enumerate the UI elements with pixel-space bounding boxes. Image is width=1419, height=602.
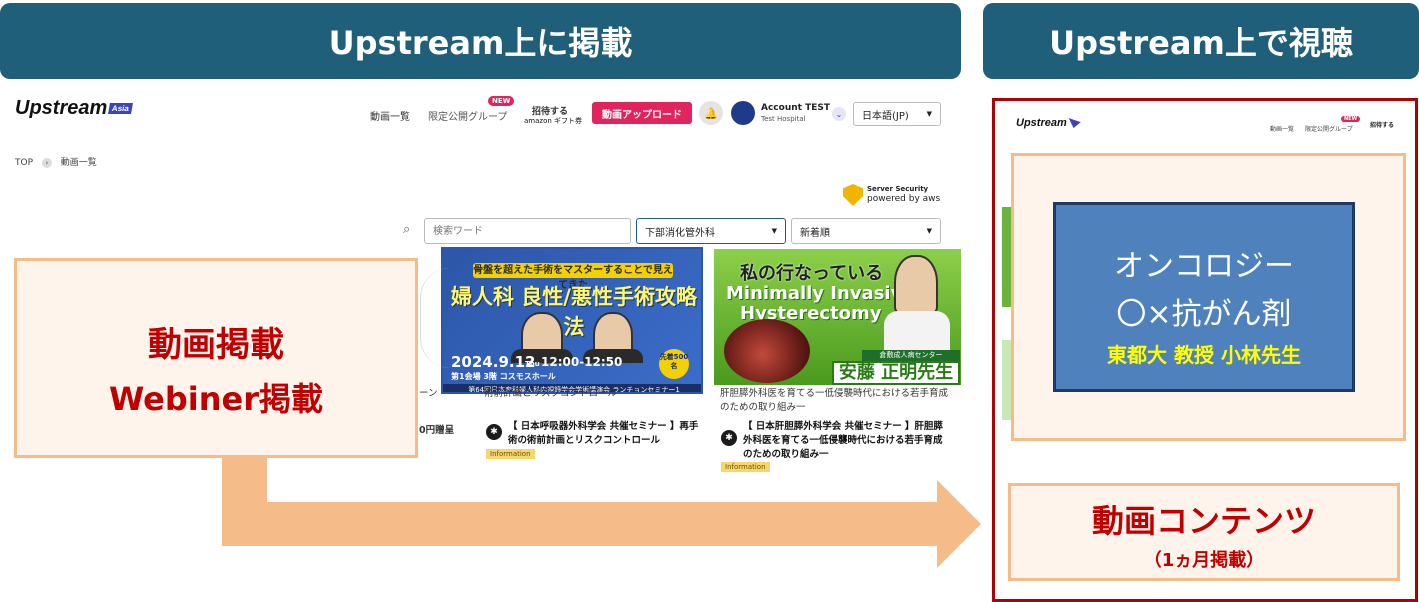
left-overflow-line2: 0円贈呈	[419, 425, 455, 436]
banner-upstream-viewing: Upstream上で視聴	[983, 3, 1419, 79]
speaker-photo	[894, 255, 938, 315]
bell-icon[interactable]: 🔔	[699, 101, 723, 125]
thumb2-title-line1: 私の行なっている	[740, 263, 884, 284]
right-nav-private: 限定公開グループ	[1305, 126, 1353, 133]
thumb1-day: Thu	[525, 360, 540, 368]
right-nav-invite: 招待する	[1370, 122, 1395, 129]
posting-line2: Webiner掲載	[108, 380, 323, 418]
thumb1-venue: 第1会場 3階 コスモスホール	[451, 372, 556, 381]
right-site-logo: Upstream	[1016, 117, 1081, 129]
thumb2-title-line2: Minimally Invasive	[726, 283, 915, 304]
search-input[interactable]	[424, 218, 631, 244]
onco-line1: オンコロジー	[1114, 249, 1294, 284]
posting-line1: 動画掲載	[148, 325, 284, 365]
nav-videos[interactable]: 動画一覧	[370, 108, 410, 123]
language-value: 日本語(JP)	[862, 110, 909, 122]
site-logo[interactable]: Upstream Asia	[15, 97, 134, 120]
content-line1: 動画コンテンツ	[1091, 502, 1316, 540]
video-content-oncology[interactable]: オンコロジー 〇×抗がん剤 東都大 教授 小林先生	[1053, 202, 1355, 392]
department-select[interactable]: 下部消化管外科 ▼	[636, 218, 786, 244]
card2-tag: Information	[721, 462, 770, 472]
amazon-gift-label: amazon ギフト券	[524, 117, 583, 125]
left-overflow-line1: ーン	[419, 388, 438, 399]
caret-icon: ▼	[771, 227, 777, 235]
breadcrumb-current: 動画一覧	[60, 158, 97, 168]
account-hospital: Test Hospital	[761, 115, 806, 123]
caret-icon: ▼	[926, 227, 932, 235]
right-nav-videos: 動画一覧	[1270, 126, 1295, 133]
new-badge: NEW	[488, 96, 515, 106]
video-content-box: 動画コンテンツ （1ヵ月掲載）	[1008, 483, 1400, 581]
breadcrumb: TOP › 動画一覧	[15, 155, 97, 168]
onco-line3: 東都大 教授 小林先生	[1107, 343, 1301, 367]
thumb1-title: 婦人科 良性/悪性手術攻略法	[451, 285, 697, 339]
avatar[interactable]	[731, 101, 755, 125]
video-thumbnail-gynecology[interactable]: 骨盤を超えた手術をマスターすることで見えてきた 婦人科 良性/悪性手術攻略法 2…	[441, 247, 703, 394]
video-posting-box: 動画掲載 Webiner掲載	[14, 258, 418, 458]
speaker-coat	[884, 311, 950, 353]
card2-title[interactable]: 【 日本肝胆膵外科学会 共催セミナー 】肝胆膵外科医を育てる一低侵襲時代における…	[743, 420, 943, 461]
banner-right-text: Upstream上で視聴	[1049, 24, 1353, 62]
society-logo-icon: ✱	[486, 424, 502, 440]
logo-text: Upstream	[15, 97, 108, 119]
arrow-stem-horizontal	[222, 502, 940, 546]
background-decoration	[420, 268, 450, 368]
banner-left-text: Upstream上に掲載	[328, 24, 633, 62]
video-thumbnail-hysterectomy[interactable]: 私の行なっている Minimally Invasive Hysterectomy…	[714, 249, 961, 385]
sort-value: 新着順	[800, 227, 830, 239]
arrow-head-icon	[937, 480, 981, 568]
right-logo-text: Upstream	[1016, 117, 1067, 129]
surgery-photo	[724, 319, 810, 383]
sort-select[interactable]: 新着順 ▼	[791, 218, 941, 244]
right-new-badge: NEW	[1341, 116, 1361, 122]
thumb1-ribbon: 骨盤を超えた手術をマスターすることで見えてきた	[473, 263, 673, 291]
right-logo-mark-icon	[1068, 118, 1081, 129]
banner-upstream-posting: Upstream上に掲載	[0, 3, 961, 79]
security-line2: powered by aws	[867, 194, 941, 204]
nav-private-group[interactable]: 限定公開グループ	[428, 108, 507, 123]
thumb2-speaker-name: 安藤 正明先生	[832, 361, 960, 385]
account-name: Account TEST	[761, 103, 830, 113]
shield-icon	[843, 184, 863, 206]
society-logo-icon: ✱	[721, 430, 737, 446]
card1-tag: Information	[486, 449, 535, 459]
caret-icon: ▼	[926, 110, 932, 118]
logo-tag: Asia	[108, 103, 134, 115]
breadcrumb-separator-icon: ›	[41, 158, 52, 168]
chevron-down-icon[interactable]: ⌄	[832, 107, 846, 121]
thumb1-time: 12:00-12:50	[541, 355, 623, 369]
card1-title[interactable]: 【 日本呼吸器外科学会 共催セミナー 】再手術の術前計画とリスクコントロール	[508, 420, 704, 448]
onco-line2: 〇×抗がん剤	[1116, 297, 1292, 332]
content-line2: （1ヵ月掲載）	[1143, 550, 1265, 571]
upload-video-button[interactable]: 動画アップロード	[592, 102, 692, 124]
thumb1-seats: 先着500名	[659, 349, 689, 379]
thumb2-hospital: 倉敷成人病センター	[862, 350, 960, 361]
department-value: 下部消化管外科	[645, 227, 715, 239]
thumb1-date: 2024.9.12	[451, 353, 536, 371]
search-icon: ⌕	[403, 222, 411, 237]
language-select[interactable]: 日本語(JP) ▼	[853, 102, 941, 126]
card1-partial-text: 術前計画とリスクコントロール	[484, 388, 618, 399]
card2-partial-text: 肝胆膵外科医を育てる一低侵襲時代における若手育成のための取り組み一	[720, 388, 949, 413]
breadcrumb-top[interactable]: TOP	[15, 158, 33, 168]
security-line1: Server Security	[867, 185, 929, 193]
